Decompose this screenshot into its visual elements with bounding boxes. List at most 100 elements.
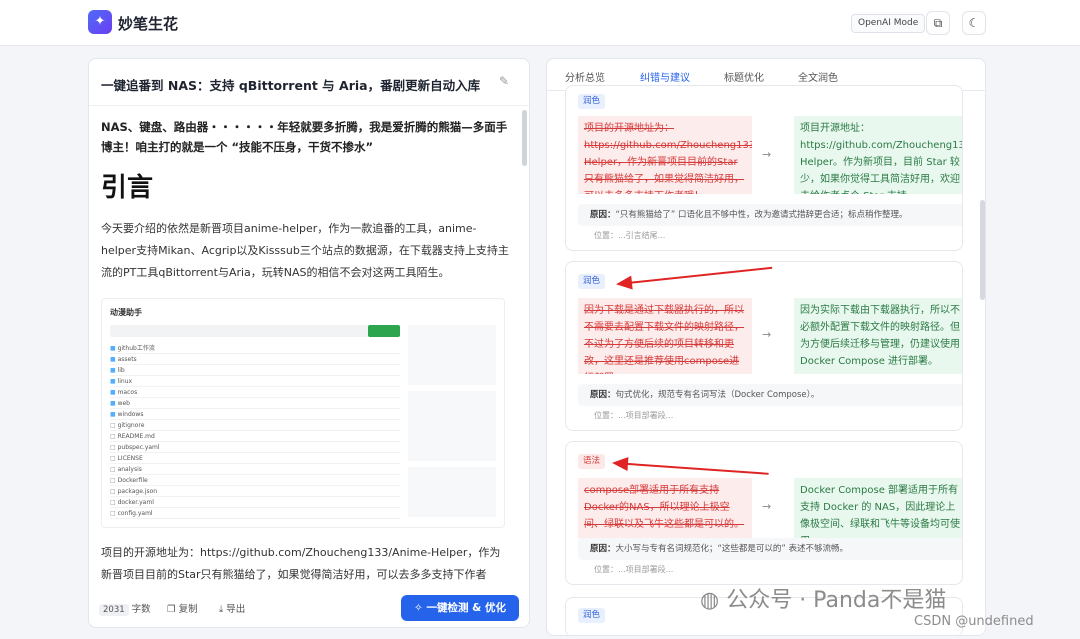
suggested-text: 项目开源地址：https://github.com/Zhoucheng133/A… (794, 116, 962, 194)
editor-footer: 2031 字数 ❐ 复制 ⤓ 导出 ✧ 一键检测 & 优化 (89, 587, 529, 627)
article-body[interactable]: NAS、键盘、路由器・・・・・・年轻就要多折腾，我是爱折腾的熊猫—多面手博主！咱… (101, 117, 509, 587)
reason-text: 大小写与专有名词规范化；“这些都是可以的” 表述不够流畅。 (615, 544, 849, 554)
suggestion-card[interactable]: 润色 项目的开源地址为：https://github.com/Zhoucheng… (565, 85, 963, 251)
reason-text: “只有熊猫给了” 口语化且不够中性，改为邀请式措辞更合适；标点稍作整理。 (615, 210, 908, 220)
reason: 原因：大小写与专有名词规范化；“这些都是可以的” 表述不够流畅。 (578, 538, 962, 560)
suggested-text: 因为实际下载由下载器执行，所以不必额外配置下载文件的映射路径。但为方便后续迁移与… (794, 298, 962, 374)
tab-overview[interactable]: 分析总览 (565, 69, 605, 84)
word-count-value: 2031 (99, 604, 129, 616)
suggestion-tag: 润色 (578, 608, 606, 623)
wechat-watermark-text: 公众号 · Panda不是猫 (726, 588, 947, 613)
screenshot-file-row: ■ macos (110, 387, 400, 398)
folder-icon: ■ (110, 378, 118, 385)
original-text: 项目的开源地址为：https://github.com/Zhoucheng133… (578, 116, 752, 194)
folder-icon: □ (110, 433, 118, 440)
screenshot-file-name: gitignore (117, 422, 145, 429)
copy-icon: ❐ (167, 604, 176, 615)
screenshot-file-name: package.json (117, 488, 158, 495)
copy-button[interactable]: ❐ 复制 (167, 601, 198, 615)
paragraph: 项目的开源地址为：https://github.com/Zhoucheng133… (101, 546, 501, 581)
screenshot-file-row: □ config.yaml (110, 508, 400, 519)
sparkle-icon: ✧ (414, 602, 423, 614)
folder-icon: ■ (110, 367, 118, 374)
screenshot-file-row: ■ windows (110, 409, 400, 420)
screenshot-file-row: ■ linux (110, 376, 400, 387)
screenshot-file-row: ■ assets (110, 354, 400, 365)
screenshot-file-row: ■ lib (110, 365, 400, 376)
editor-scrollbar[interactable] (522, 110, 527, 166)
reason-text: 句式优化，规范专有名词写法（Docker Compose）。 (615, 390, 820, 400)
suggestions-scrollbar[interactable] (980, 200, 985, 300)
folder-icon: ■ (110, 389, 118, 396)
screenshot-file-name: github工作流 (117, 345, 155, 352)
screenshot-file-row: □ README.md (110, 431, 400, 442)
reason-label: 原因： (590, 210, 616, 220)
screenshot-code-button (368, 325, 400, 337)
editor-panel: 一键追番到 NAS：支持 qBittorrent 与 Aria，番剧更新自动入库… (88, 58, 530, 628)
download-icon: ⤓ (219, 604, 224, 615)
export-label: 导出 (226, 604, 246, 615)
screenshot-file-name: docker.yaml (117, 499, 154, 506)
arrow-right-icon: → (762, 148, 772, 161)
screenshot-file-name: pubspec.yaml (117, 444, 160, 451)
suggestion-tag: 润色 (578, 94, 606, 109)
wechat-icon: ◍ (700, 588, 720, 613)
tab-full-polish[interactable]: 全文润色 (798, 69, 838, 84)
folder-icon: □ (110, 477, 118, 484)
csdn-watermark: CSDN @undefined (914, 614, 1034, 629)
top-bar: ✦ 妙笔生花 OpenAI Mode ⧉ ☾ (0, 0, 1080, 46)
paragraph: 今天要介绍的依然是新晋项目anime-helper，作为一款追番的工具，anim… (101, 222, 509, 279)
screenshot-file-row: □ package.json (110, 486, 400, 497)
screenshot-file-name: README.md (117, 433, 155, 440)
screenshot-file-row: □ pubspec.yaml (110, 442, 400, 453)
folder-icon: ■ (110, 400, 118, 407)
app-name[interactable]: 妙笔生花 (118, 13, 178, 34)
screenshot-file-row: □ Dockerfile (110, 475, 400, 486)
tab-corrections[interactable]: 纠错与建议 (640, 69, 690, 84)
sparkle-icon[interactable]: ✦ (88, 10, 112, 34)
screenshot-file-name: assets (117, 356, 137, 363)
screenshot-file-name: windows (117, 411, 144, 418)
suggestion-tag: 润色 (578, 274, 606, 289)
arrow-right-icon: → (762, 328, 772, 341)
screenshot-file-name: linux (117, 378, 133, 385)
screenshot-file-row: □ docker.yaml (110, 497, 400, 508)
original-text: 因为下载是通过下载器执行的，所以不需要去配置下载文件的映射路径，不过为了方便后续… (578, 298, 752, 374)
article-title[interactable]: 一键追番到 NAS：支持 qBittorrent 与 Aria，番剧更新自动入库 (101, 75, 501, 94)
screenshot-file-list: ■ github工作流 ■ assets ■ lib ■ linux ■ macos ■ … (110, 343, 400, 519)
screenshot-file-row: ■ web (110, 398, 400, 409)
export-button[interactable]: ⤓ 导出 (219, 601, 245, 615)
folder-icon: □ (110, 466, 118, 473)
screenshot-file-name: web (117, 400, 130, 407)
divider (89, 105, 529, 106)
article-subtitle: NAS、键盘、路由器・・・・・・年轻就要多折腾，我是爱折腾的熊猫—多面手博主！咱… (101, 120, 508, 154)
location: 位置：...项目部署段... (594, 565, 674, 574)
camera-icon[interactable]: ⧉ (926, 11, 950, 35)
screenshot-file-row: □ gitignore (110, 420, 400, 431)
folder-icon: ■ (110, 345, 118, 352)
mode-badge[interactable]: OpenAI Mode (851, 14, 926, 33)
section-heading: 引言 (101, 173, 154, 203)
folder-icon: □ (110, 510, 118, 517)
suggestion-tag: 语法 (578, 454, 606, 469)
detect-optimize-button[interactable]: ✧ 一键检测 & 优化 (401, 595, 519, 621)
edit-icon[interactable]: ✎ (499, 74, 509, 88)
tab-title-optimize[interactable]: 标题优化 (724, 69, 764, 84)
reason: 原因：“只有熊猫给了” 口语化且不够中性，改为邀请式措辞更合适；标点稍作整理。 (578, 204, 962, 226)
folder-icon: ■ (110, 356, 118, 363)
reason: 原因：句式优化，规范专有名词写法（Docker Compose）。 (578, 384, 962, 406)
arrow-right-icon: → (762, 500, 772, 513)
folder-icon: □ (110, 444, 118, 451)
screenshot-file-row: ■ github工作流 (110, 343, 400, 354)
location: 位置：...引言结尾... (594, 231, 666, 240)
screenshot-toolbar (110, 325, 400, 337)
folder-icon: □ (110, 422, 118, 429)
screenshot-title: 动漫助手 (110, 308, 142, 317)
screenshot-file-name: analysis (117, 466, 142, 473)
screenshot-file-name: lib (117, 367, 125, 374)
original-text: compose部署适用于所有支持Docker的NAS，所以理论上极空间、绿联以及… (578, 478, 752, 538)
moon-icon[interactable]: ☾ (962, 11, 986, 35)
folder-icon: □ (110, 455, 118, 462)
suggestions-panel: 分析总览 纠错与建议 标题优化 全文润色 润色 项目的开源地址为：https:/… (546, 58, 986, 636)
reason-label: 原因： (590, 390, 616, 400)
